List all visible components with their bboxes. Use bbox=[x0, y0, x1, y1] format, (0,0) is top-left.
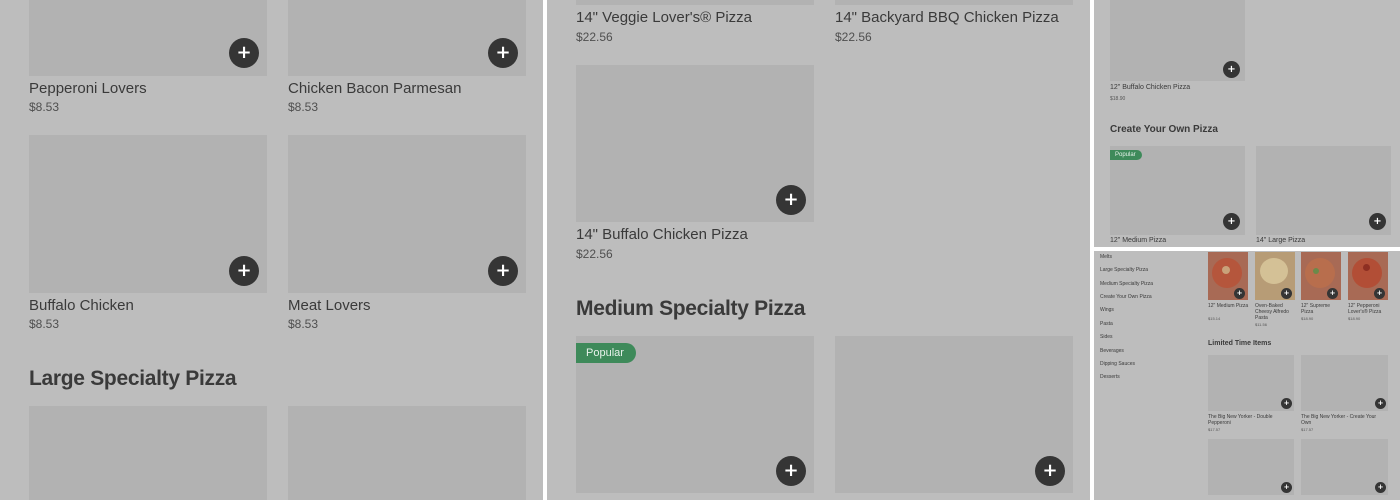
menu-item-image[interactable]: + bbox=[1301, 439, 1388, 495]
menu-item-price: $8.53 bbox=[29, 317, 60, 331]
add-item-button[interactable]: + bbox=[1281, 482, 1292, 493]
menu-item-image[interactable]: + bbox=[1208, 252, 1248, 300]
menu-item-name[interactable]: The Big New Yorker - Create Your Own bbox=[1301, 414, 1381, 426]
add-item-button[interactable]: + bbox=[229, 38, 259, 68]
menu-panel-overview: Melts Large Specialty Pizza Medium Speci… bbox=[1094, 251, 1400, 500]
menu-item-price: $22.56 bbox=[576, 247, 613, 261]
menu-item-image[interactable]: + bbox=[1110, 0, 1245, 81]
menu-item-image[interactable]: + bbox=[1301, 355, 1388, 411]
nav-item-create-your-own-pizza[interactable]: Create Your Own Pizza bbox=[1100, 294, 1152, 300]
add-item-button[interactable]: + bbox=[1223, 61, 1240, 78]
menu-item-name[interactable]: 14" Veggie Lover's® Pizza bbox=[576, 9, 752, 26]
menu-item-price: $18.90 bbox=[1301, 316, 1314, 321]
menu-item-image[interactable]: + bbox=[288, 135, 526, 293]
add-item-button[interactable]: + bbox=[1281, 398, 1292, 409]
add-item-button[interactable]: + bbox=[1369, 213, 1386, 230]
add-item-button[interactable]: + bbox=[1223, 213, 1240, 230]
section-heading: Large Specialty Pizza bbox=[29, 367, 237, 390]
menu-item-image[interactable]: + bbox=[1301, 252, 1341, 300]
add-item-button[interactable]: + bbox=[1375, 482, 1386, 493]
menu-item-name[interactable]: 14" Backyard BBQ Chicken Pizza bbox=[835, 9, 1059, 26]
menu-item-image[interactable]: Popular + bbox=[1110, 146, 1245, 235]
menu-item-name[interactable]: Buffalo Chicken bbox=[29, 297, 134, 314]
menu-item-price: $8.53 bbox=[29, 100, 60, 114]
menu-item-price: $15.14 bbox=[1208, 316, 1221, 321]
nav-item-desserts[interactable]: Desserts bbox=[1100, 374, 1120, 380]
add-item-button[interactable]: + bbox=[488, 256, 518, 286]
add-item-button[interactable]: + bbox=[1234, 288, 1245, 299]
nav-item-sides[interactable]: Sides bbox=[1100, 334, 1113, 340]
menu-item-image[interactable] bbox=[288, 406, 526, 500]
menu-item-name[interactable]: The Big New Yorker - Double Pepperoni bbox=[1208, 414, 1288, 426]
menu-item-image[interactable] bbox=[29, 406, 267, 500]
menu-item-image[interactable] bbox=[576, 0, 814, 5]
section-heading: Limited Time Items bbox=[1208, 340, 1272, 347]
menu-item-price: $8.53 bbox=[288, 100, 319, 114]
menu-item-image[interactable]: + bbox=[1256, 146, 1391, 235]
menu-item-image[interactable]: + bbox=[29, 0, 267, 76]
add-item-button[interactable]: + bbox=[1035, 456, 1065, 486]
menu-item-image[interactable]: + bbox=[29, 135, 267, 293]
add-item-button[interactable]: + bbox=[1375, 398, 1386, 409]
nav-item-beverages[interactable]: Beverages bbox=[1100, 348, 1124, 354]
add-item-button[interactable]: + bbox=[776, 185, 806, 215]
menu-item-price: $17.57 bbox=[1301, 427, 1314, 432]
popular-badge: Popular bbox=[1110, 150, 1142, 160]
menu-item-name[interactable]: 14" Large Pizza bbox=[1256, 237, 1305, 244]
menu-panel-large-specialty: 14" Veggie Lover's® Pizza $22.56 14" Bac… bbox=[547, 0, 1090, 500]
menu-item-name[interactable]: Pepperoni Lovers bbox=[29, 80, 147, 97]
menu-item-image[interactable]: + bbox=[576, 65, 814, 222]
menu-item-image[interactable]: + bbox=[1208, 355, 1294, 411]
menu-item-price: $11.56 bbox=[1255, 322, 1267, 327]
menu-item-price: $17.57 bbox=[1208, 427, 1221, 432]
menu-item-name[interactable]: 12" Buffalo Chicken Pizza bbox=[1110, 84, 1190, 91]
menu-item-name[interactable]: 12" Supreme Pizza bbox=[1301, 303, 1343, 315]
nav-item-large-specialty-pizza[interactable]: Large Specialty Pizza bbox=[1100, 267, 1148, 273]
nav-item-melts[interactable]: Melts bbox=[1100, 254, 1112, 260]
nav-item-pasta[interactable]: Pasta bbox=[1100, 321, 1113, 327]
menu-item-image[interactable]: + bbox=[288, 0, 526, 76]
menu-item-name[interactable]: 12" Medium Pizza bbox=[1208, 303, 1250, 309]
nav-item-wings[interactable]: Wings bbox=[1100, 307, 1114, 313]
menu-item-price: $8.53 bbox=[288, 317, 319, 331]
menu-item-price: $18.90 bbox=[1110, 96, 1126, 102]
nav-item-dipping-sauces[interactable]: Dipping Sauces bbox=[1100, 361, 1135, 367]
menu-item-name[interactable]: 14" Buffalo Chicken Pizza bbox=[576, 226, 748, 243]
menu-item-price: $22.56 bbox=[835, 30, 872, 44]
add-item-button[interactable]: + bbox=[1327, 288, 1338, 299]
add-item-button[interactable]: + bbox=[776, 456, 806, 486]
menu-item-image[interactable] bbox=[835, 0, 1073, 5]
menu-item-image[interactable]: + bbox=[1208, 439, 1294, 495]
menu-item-name[interactable]: Meat Lovers bbox=[288, 297, 371, 314]
add-item-button[interactable]: + bbox=[229, 256, 259, 286]
menu-item-name[interactable]: 12" Medium Pizza bbox=[1110, 237, 1166, 244]
add-item-button[interactable]: + bbox=[488, 38, 518, 68]
menu-item-price: $18.90 bbox=[1348, 316, 1361, 321]
menu-panel-create-your-own: + 12" Buffalo Chicken Pizza $18.90 Creat… bbox=[1094, 0, 1400, 247]
popular-badge: Popular bbox=[576, 343, 636, 363]
menu-item-image[interactable]: + bbox=[1348, 252, 1388, 300]
menu-item-name[interactable]: Oven-Baked Cheesy Alfredo Pasta bbox=[1255, 303, 1297, 321]
section-heading: Create Your Own Pizza bbox=[1110, 124, 1218, 135]
menu-item-image[interactable]: + bbox=[835, 336, 1073, 493]
menu-item-image[interactable]: Popular + bbox=[576, 336, 814, 493]
nav-item-medium-specialty-pizza[interactable]: Medium Specialty Pizza bbox=[1100, 281, 1153, 287]
menu-item-name[interactable]: 12" Pepperoni Lover's® Pizza bbox=[1348, 303, 1390, 315]
section-heading: Medium Specialty Pizza bbox=[576, 297, 806, 320]
menu-item-name[interactable]: Chicken Bacon Parmesan bbox=[288, 80, 461, 97]
menu-item-image[interactable]: + bbox=[1255, 252, 1295, 300]
add-item-button[interactable]: + bbox=[1374, 288, 1385, 299]
menu-item-price: $22.56 bbox=[576, 30, 613, 44]
menu-panel-specialty-melts: + + Pepperoni Lovers $8.53 Chicken Bacon… bbox=[0, 0, 543, 500]
add-item-button[interactable]: + bbox=[1281, 288, 1292, 299]
